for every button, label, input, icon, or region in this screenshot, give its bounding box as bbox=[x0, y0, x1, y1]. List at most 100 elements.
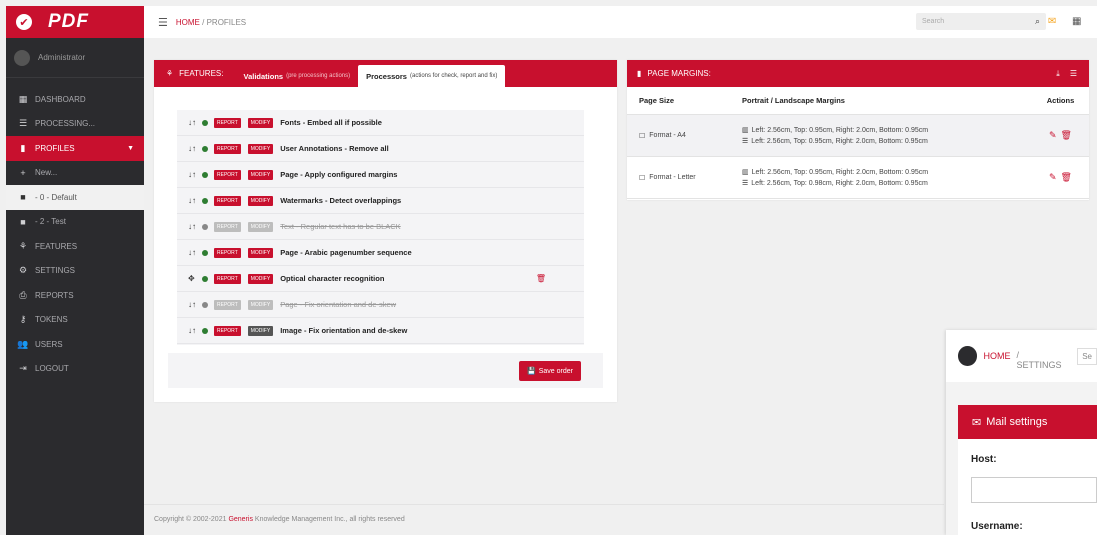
sort-arrows-icon[interactable]: ↓↑ bbox=[188, 118, 200, 127]
sidebar-item-reports[interactable]: ⎙ REPORTS bbox=[6, 283, 144, 308]
settings-breadcrumb-home[interactable]: HOME bbox=[983, 351, 1010, 361]
settings-search-input[interactable]: Se bbox=[1077, 347, 1097, 365]
save-icon: 💾 bbox=[527, 368, 536, 375]
sidebar-item-label: REPORTS bbox=[35, 290, 74, 300]
apps-grid-icon[interactable]: ▦ bbox=[1072, 16, 1081, 27]
host-input[interactable] bbox=[971, 477, 1097, 503]
sort-arrows-icon[interactable]: ↓↑ bbox=[188, 144, 200, 153]
mail-settings-title: Mail settings bbox=[986, 416, 1048, 428]
edit-icon[interactable]: ✎ bbox=[1049, 172, 1057, 183]
sidebar-item-settings[interactable]: ⚙ SETTINGS bbox=[6, 259, 144, 284]
search-icon[interactable]: ⌕ bbox=[1035, 16, 1040, 27]
modify-badge[interactable]: MODIFY bbox=[247, 117, 274, 128]
sort-arrows-icon[interactable]: ↓↑ bbox=[188, 170, 200, 179]
sort-arrows-icon[interactable]: ↓↑ bbox=[188, 196, 200, 205]
sidebar-item-users[interactable]: 👥 USERS bbox=[6, 332, 144, 357]
processor-row[interactable]: ↓↑ REPORT MODIFY Text - Regular text has to… bbox=[177, 214, 584, 240]
trash-icon[interactable]: 🗑 bbox=[1061, 172, 1072, 183]
report-badge[interactable]: REPORT bbox=[214, 221, 241, 232]
processor-row[interactable]: ✥ REPORT MODIFY Optical character recogniti… bbox=[177, 266, 584, 292]
move-handle-icon[interactable]: ✥ bbox=[188, 274, 200, 283]
user-panel[interactable]: Administrator bbox=[6, 38, 144, 78]
report-badge[interactable]: REPORT bbox=[214, 325, 241, 336]
modify-badge[interactable]: MODIFY bbox=[247, 169, 274, 180]
processor-row[interactable]: ↓↑ REPORT MODIFY Image - Fix orientation an… bbox=[177, 318, 584, 344]
cogs-icon: ⚙ bbox=[18, 265, 28, 276]
settings-topbar: HOME / SETTINGS Se bbox=[946, 330, 1097, 382]
footer-copyright: Copyright © 2002-2021 bbox=[154, 516, 227, 523]
tab-validations-note: (pre processing actions) bbox=[286, 73, 351, 79]
report-badge[interactable]: REPORT bbox=[214, 273, 241, 284]
processor-row[interactable]: ↓↑ REPORT MODIFY Watermarks - Detect overla… bbox=[177, 188, 584, 214]
sidebar-item-logout[interactable]: ⇥ LOGOUT bbox=[6, 357, 144, 382]
modify-badge[interactable]: MODIFY bbox=[247, 247, 274, 258]
sort-arrows-icon[interactable]: ↓↑ bbox=[188, 326, 200, 335]
edit-icon[interactable]: ✎ bbox=[1049, 130, 1057, 141]
list-icon[interactable]: ☰ bbox=[1070, 69, 1077, 79]
processor-label: Page - Apply configured margins bbox=[280, 170, 398, 179]
report-badge[interactable]: REPORT bbox=[214, 143, 241, 154]
tab-validations[interactable]: Validations (pre processing actions) bbox=[235, 65, 358, 87]
trash-icon[interactable]: 🗑 bbox=[536, 274, 546, 283]
square-icon: ■ bbox=[20, 192, 26, 203]
sidebar-item-new[interactable]: + New... bbox=[6, 161, 144, 186]
footer-company-link[interactable]: Generis bbox=[228, 516, 253, 523]
col-actions: Actions bbox=[1046, 96, 1075, 105]
margins-table-row: ☐ Format - Letter ▥ Left: 2.56cm, Top: 0.95… bbox=[627, 157, 1089, 199]
report-badge[interactable]: REPORT bbox=[214, 299, 241, 310]
key-icon: ⚷ bbox=[19, 314, 27, 325]
sort-arrows-icon[interactable]: ↓↑ bbox=[188, 222, 200, 231]
processor-row[interactable]: ↓↑ REPORT MODIFY Page - Fix orientation and… bbox=[177, 292, 584, 318]
save-order-button[interactable]: 💾 Save order bbox=[519, 361, 581, 381]
sidebar-item-processing[interactable]: ☰ PROCESSING... bbox=[6, 112, 144, 137]
report-badge[interactable]: REPORT bbox=[214, 195, 241, 206]
download-icon[interactable]: ⤓ bbox=[1056, 69, 1060, 79]
sidebar-item-0-default[interactable]: ■ - 0 - Default bbox=[6, 185, 144, 210]
modify-badge[interactable]: MODIFY bbox=[247, 143, 274, 154]
save-bar: 💾 Save order bbox=[168, 353, 603, 388]
tab-processors[interactable]: Processors (actions for check, report an… bbox=[358, 65, 506, 87]
report-badge[interactable]: REPORT bbox=[214, 247, 241, 258]
page-format-icon: ☐ bbox=[639, 132, 646, 140]
trash-icon[interactable]: 🗑 bbox=[1061, 130, 1072, 141]
sitemap-icon: ⚘ bbox=[166, 69, 174, 78]
modify-badge[interactable]: MODIFY bbox=[247, 273, 274, 284]
report-badge[interactable]: REPORT bbox=[214, 169, 241, 180]
status-dot-icon bbox=[202, 301, 208, 308]
settings-body: ✉ Mail settings Host: Username: bbox=[946, 382, 1097, 535]
user-name: Administrator bbox=[38, 53, 86, 62]
processor-row[interactable]: ↓↑ REPORT MODIFY Fonts - Embed all if possi… bbox=[177, 110, 584, 136]
sidebar-item-features[interactable]: ⚘ FEATURES bbox=[6, 234, 144, 259]
processor-row[interactable]: ↓↑ REPORT MODIFY User Annotations - Remove … bbox=[177, 136, 584, 162]
page-margins-header: ▮ PAGE MARGINS: ⤓ ☰ bbox=[627, 60, 1089, 87]
sidebar-item-profiles[interactable]: ▮ PROFILES ▼ bbox=[6, 136, 144, 161]
breadcrumb-home[interactable]: HOME bbox=[176, 18, 200, 27]
modify-badge[interactable]: MODIFY bbox=[247, 221, 274, 232]
processor-label: Text - Regular text has to be BLACK bbox=[280, 222, 401, 231]
col-margins: Portrait / Landscape Margins bbox=[742, 96, 845, 105]
hamburger-menu-icon[interactable]: ☰ bbox=[158, 16, 168, 29]
processor-row[interactable]: ↓↑ REPORT MODIFY Page - Arabic pagenumber s… bbox=[177, 240, 584, 266]
sidebar-item-dashboard[interactable]: ▦ DASHBOARD bbox=[6, 87, 144, 112]
sidebar-item-2-test[interactable]: ■ - 2 - Test bbox=[6, 210, 144, 235]
users-icon: 👥 bbox=[17, 338, 29, 349]
settings-breadcrumb-current: / SETTINGS bbox=[1016, 350, 1062, 370]
footer: Copyright © 2002-2021 Generis Knowledge … bbox=[144, 504, 944, 534]
search-input[interactable]: Search ⌕ bbox=[916, 13, 1046, 30]
brand[interactable]: ✔ PDF bbox=[6, 6, 144, 38]
actions-cell: ✎ 🗑 bbox=[1032, 130, 1089, 141]
username-label: Username: bbox=[971, 521, 1023, 532]
processor-row[interactable]: ↓↑ REPORT MODIFY Page - Apply configured ma… bbox=[177, 162, 584, 188]
sidebar-item-tokens[interactable]: ⚷ TOKENS bbox=[6, 308, 144, 333]
features-panel: ⚘ FEATURES: Validations (pre processing … bbox=[154, 60, 617, 402]
topbar: ☰ HOME / PROFILES Search ⌕ ✉ ▦ bbox=[144, 6, 1097, 38]
modify-badge[interactable]: MODIFY bbox=[247, 325, 274, 336]
modify-badge[interactable]: MODIFY bbox=[247, 195, 274, 206]
modify-badge[interactable]: MODIFY bbox=[247, 299, 274, 310]
notifications-icon[interactable]: ✉ bbox=[1048, 16, 1056, 27]
page-margins-panel: ▮ PAGE MARGINS: ⤓ ☰ Page Size Portrait /… bbox=[627, 60, 1089, 200]
page-format-icon: ☐ bbox=[639, 174, 646, 182]
report-badge[interactable]: REPORT bbox=[214, 117, 241, 128]
sort-arrows-icon[interactable]: ↓↑ bbox=[188, 300, 200, 309]
sort-arrows-icon[interactable]: ↓↑ bbox=[188, 248, 200, 257]
